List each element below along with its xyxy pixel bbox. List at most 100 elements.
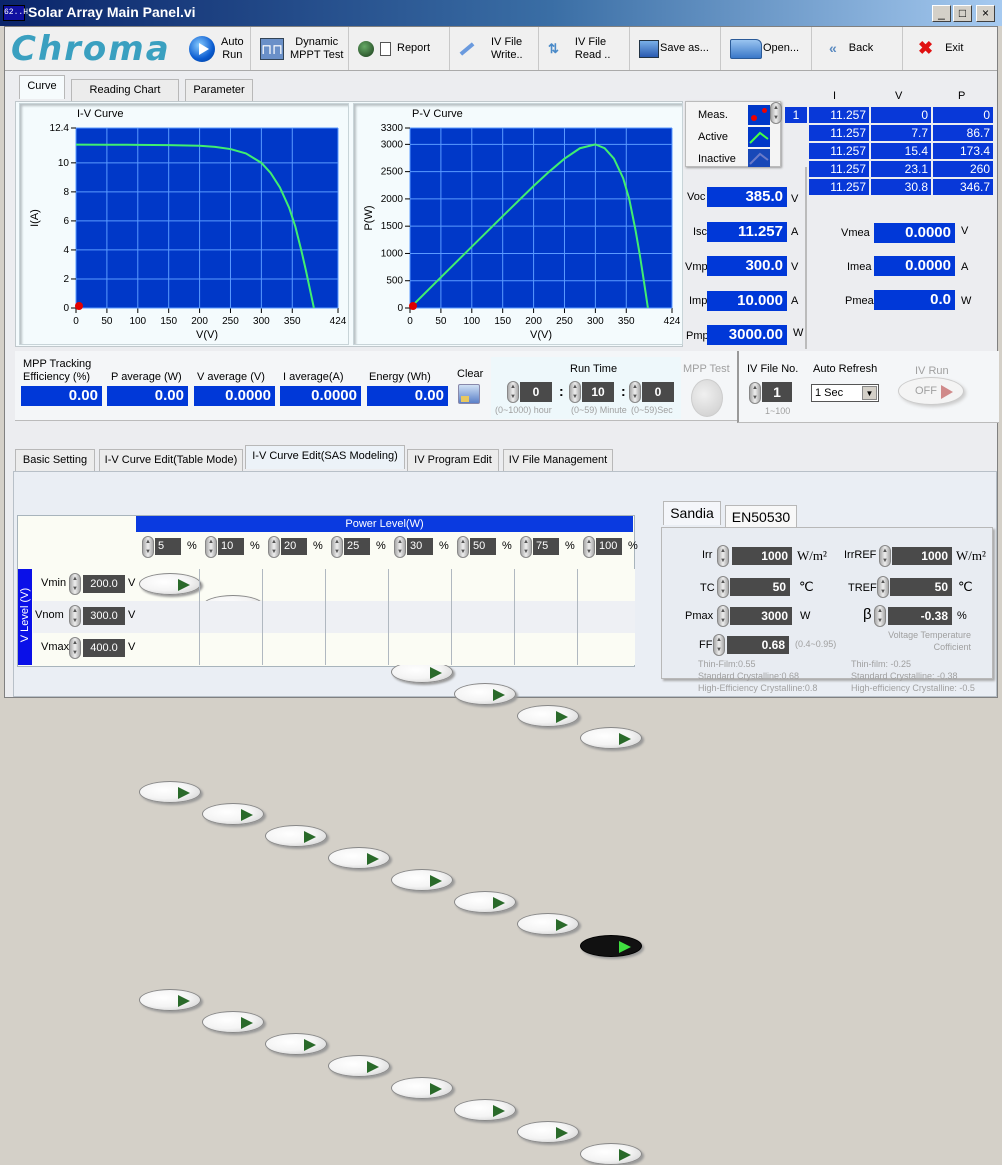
irr-input[interactable]: 1000 <box>732 547 792 565</box>
v-level-input[interactable]: 200.0 <box>83 575 125 593</box>
v-level-input[interactable]: 400.0 <box>83 639 125 657</box>
tref-spinner[interactable]: ▲ ▼ <box>877 576 889 598</box>
power-voltage-select-button[interactable] <box>265 1033 327 1055</box>
pmax-input[interactable]: 3000 <box>730 607 792 625</box>
open-button[interactable]: Open... <box>722 27 812 70</box>
tab-basic-setting[interactable]: Basic Setting <box>15 449 95 471</box>
power-level-input[interactable]: 75 <box>533 538 559 555</box>
power-level-spinner[interactable]: ▲ ▼ <box>331 536 343 558</box>
minute-spinner[interactable]: ▲ ▼ <box>569 381 581 403</box>
table-cell[interactable]: 23.1 <box>871 161 931 177</box>
power-level-input[interactable]: 50 <box>470 538 496 555</box>
hour-spinner[interactable]: ▲ ▼ <box>507 381 519 403</box>
power-level-input[interactable]: 20 <box>281 538 307 555</box>
power-voltage-select-button[interactable] <box>580 727 642 749</box>
tab-iv-program-edit[interactable]: IV Program Edit <box>407 449 499 471</box>
table-cell[interactable]: 260 <box>933 161 993 177</box>
iv-file-no-input[interactable]: 1 <box>762 382 792 402</box>
second-input[interactable]: 0 <box>642 382 674 402</box>
power-voltage-select-button[interactable] <box>517 1121 579 1143</box>
power-level-input[interactable]: 100 <box>596 538 622 555</box>
power-level-spinner[interactable]: ▲ ▼ <box>520 536 532 558</box>
power-level-spinner[interactable]: ▲ ▼ <box>268 536 280 558</box>
iv-run-toggle[interactable]: OFF <box>898 377 964 405</box>
minimize-button[interactable]: _ <box>932 5 951 22</box>
tab-iv-curve-table[interactable]: I-V Curve Edit(Table Mode) <box>99 449 243 471</box>
power-voltage-select-button[interactable] <box>391 1077 453 1099</box>
report-button[interactable]: Report <box>350 27 450 70</box>
tref-input[interactable]: 50 <box>890 578 952 596</box>
table-cell[interactable]: 0 <box>871 107 931 123</box>
table-cell[interactable]: 11.257 <box>809 179 869 195</box>
auto-run-button[interactable]: Auto Run <box>181 27 251 70</box>
power-level-spinner[interactable]: ▲ ▼ <box>394 536 406 558</box>
tab-curve[interactable]: Curve <box>19 75 65 99</box>
power-level-input[interactable]: 10 <box>218 538 244 555</box>
minute-input[interactable]: 10 <box>582 382 614 402</box>
iv-file-write-button[interactable]: IV File Write.. <box>451 27 539 70</box>
table-cell[interactable]: 173.4 <box>933 143 993 159</box>
table-cell[interactable]: 346.7 <box>933 179 993 195</box>
auto-refresh-select[interactable]: 1 Sec ▼ <box>811 384 879 402</box>
power-voltage-select-button[interactable] <box>202 803 264 825</box>
irr-spinner[interactable]: ▲ ▼ <box>717 545 729 567</box>
power-voltage-select-button[interactable] <box>265 825 327 847</box>
power-voltage-select-button[interactable] <box>202 1011 264 1033</box>
dynamic-mppt-test-button[interactable]: ⊓⊓ Dynamic MPPT Test <box>252 27 349 70</box>
power-voltage-select-button[interactable] <box>391 869 453 891</box>
power-level-spinner[interactable]: ▲ ▼ <box>142 536 154 558</box>
table-cell[interactable]: 11.257 <box>809 143 869 159</box>
power-voltage-select-button[interactable] <box>139 781 201 803</box>
v-level-spinner[interactable]: ▲ ▼ <box>69 605 81 627</box>
back-button[interactable]: « Back <box>813 27 903 70</box>
ff-spinner[interactable]: ▲ ▼ <box>713 634 725 656</box>
table-cell[interactable]: 11.257 <box>809 107 869 123</box>
table-cell[interactable]: 86.7 <box>933 125 993 141</box>
irrref-input[interactable]: 1000 <box>892 547 952 565</box>
table-cell[interactable]: 7.7 <box>871 125 931 141</box>
power-level-input[interactable]: 25 <box>344 538 370 555</box>
tab-iv-curve-sas[interactable]: I-V Curve Edit(SAS Modeling) <box>245 445 405 469</box>
maximize-button[interactable]: □ <box>953 5 972 22</box>
power-voltage-select-button[interactable] <box>328 847 390 869</box>
table-cell[interactable]: 15.4 <box>871 143 931 159</box>
power-voltage-select-button[interactable] <box>139 989 201 1011</box>
tc-input[interactable]: 50 <box>730 578 790 596</box>
beta-input[interactable]: -0.38 <box>888 607 952 625</box>
tab-iv-file-management[interactable]: IV File Management <box>503 449 613 471</box>
tab-sandia[interactable]: Sandia <box>663 501 721 525</box>
table-index[interactable]: 1 <box>785 107 807 123</box>
power-voltage-select-button[interactable] <box>139 573 201 595</box>
power-voltage-select-button[interactable] <box>454 891 516 913</box>
v-level-input[interactable]: 300.0 <box>83 607 125 625</box>
legend-scroll-spinner[interactable]: ▲ ▼ <box>770 102 782 124</box>
power-level-input[interactable]: 30 <box>407 538 433 555</box>
power-voltage-select-button[interactable] <box>580 1143 642 1165</box>
pmax-spinner[interactable]: ▲ ▼ <box>717 605 729 627</box>
beta-spinner[interactable]: ▲ ▼ <box>874 605 886 627</box>
table-cell[interactable]: 30.8 <box>871 179 931 195</box>
power-level-spinner[interactable]: ▲ ▼ <box>457 536 469 558</box>
power-voltage-select-button[interactable] <box>328 1055 390 1077</box>
tc-spinner[interactable]: ▲ ▼ <box>717 576 729 598</box>
v-level-spinner[interactable]: ▲ ▼ <box>69 637 81 659</box>
tab-parameter[interactable]: Parameter <box>185 79 253 101</box>
ff-input[interactable]: 0.68 <box>727 636 789 654</box>
second-spinner[interactable]: ▲ ▼ <box>629 381 641 403</box>
clear-button[interactable] <box>458 384 480 404</box>
close-button[interactable]: × <box>976 5 995 22</box>
tab-en50530[interactable]: EN50530 <box>725 505 797 527</box>
iv-file-read-button[interactable]: ⇅ IV File Read .. <box>540 27 630 70</box>
chevron-down-icon[interactable]: ▼ <box>862 386 877 400</box>
irrref-spinner[interactable]: ▲ ▼ <box>879 545 891 567</box>
iv-file-no-spinner[interactable]: ▲ ▼ <box>749 382 761 404</box>
power-voltage-select-button[interactable] <box>454 1099 516 1121</box>
mpp-test-button[interactable] <box>691 379 723 417</box>
power-level-spinner[interactable]: ▲ ▼ <box>583 536 595 558</box>
power-voltage-select-button[interactable] <box>517 913 579 935</box>
power-level-spinner[interactable]: ▲ ▼ <box>205 536 217 558</box>
save-as-button[interactable]: Save as... <box>631 27 721 70</box>
exit-button[interactable]: ✖ Exit <box>904 27 997 70</box>
v-level-spinner[interactable]: ▲ ▼ <box>69 573 81 595</box>
power-voltage-select-button[interactable] <box>580 935 642 957</box>
